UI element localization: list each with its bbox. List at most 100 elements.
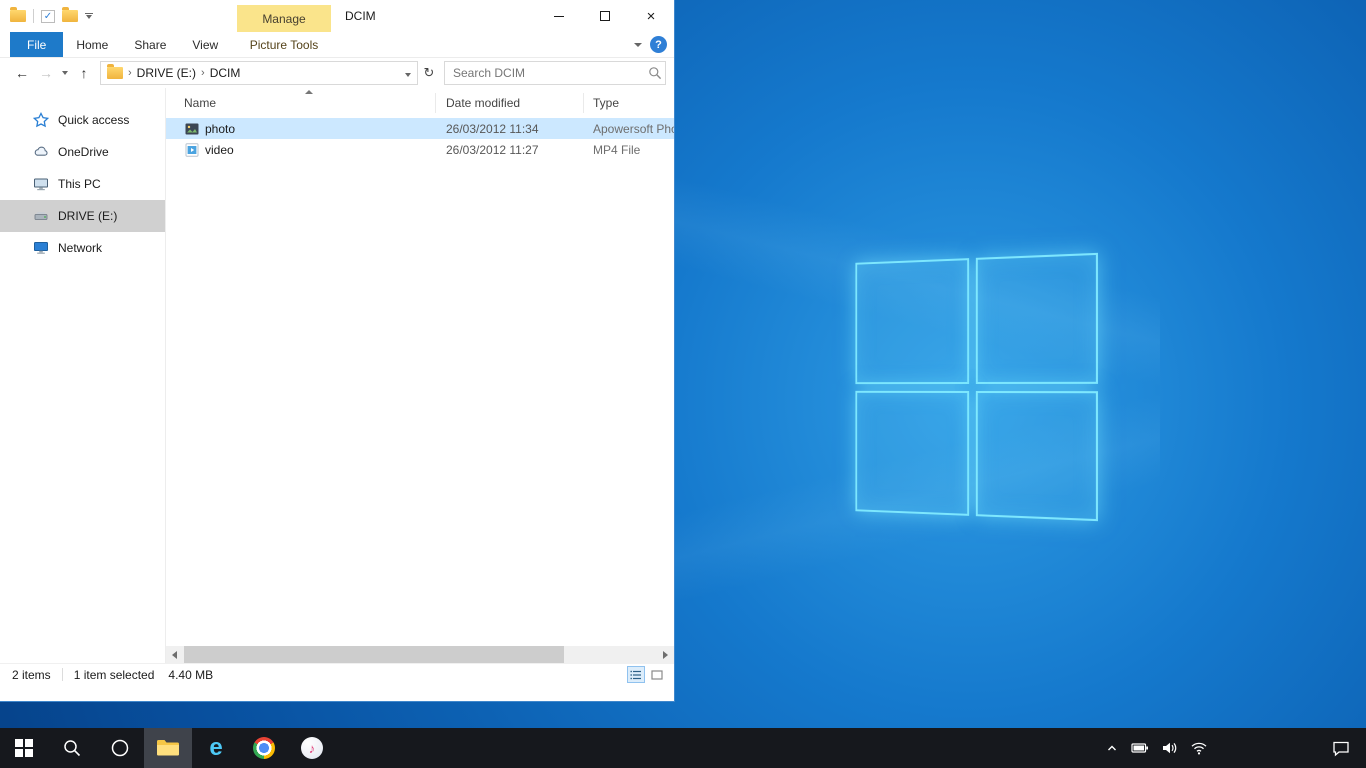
search-icon[interactable]	[645, 66, 665, 80]
address-dropdown-button[interactable]	[405, 66, 411, 80]
maximize-icon	[600, 11, 610, 21]
cortana-icon	[110, 738, 130, 758]
expand-ribbon-button[interactable]	[634, 32, 642, 58]
chevron-down-icon	[62, 71, 68, 75]
cortana-button[interactable]	[96, 728, 144, 768]
status-bar: 2 items 1 item selected 4.40 MB	[0, 663, 674, 685]
computer-icon	[33, 176, 49, 192]
view-toggles	[627, 666, 666, 683]
start-button[interactable]	[0, 728, 48, 768]
network-tray-button[interactable]	[1190, 740, 1208, 756]
search-icon	[62, 738, 82, 758]
sidebar-item-drive-e[interactable]: DRIVE (E:)	[0, 200, 165, 232]
drive-icon	[33, 208, 49, 224]
taskbar-search-button[interactable]	[48, 728, 96, 768]
horizontal-scrollbar[interactable]	[166, 646, 674, 663]
action-center-icon	[1332, 740, 1350, 757]
address-breadcrumb[interactable]: › DRIVE (E:) › DCIM	[100, 61, 418, 85]
sidebar-item-label: OneDrive	[58, 145, 109, 159]
file-name-cell: photo	[166, 122, 436, 136]
minimize-button[interactable]	[536, 0, 582, 32]
chrome-button[interactable]	[240, 728, 288, 768]
file-explorer-icon	[156, 738, 180, 758]
large-icons-view-button[interactable]	[648, 666, 666, 683]
sidebar-item-label: Quick access	[58, 113, 129, 127]
internet-explorer-button[interactable]: e	[192, 728, 240, 768]
maximize-button[interactable]	[582, 0, 628, 32]
column-headers: Name Date modified Type	[166, 88, 674, 118]
file-row-video[interactable]: video 26/03/2012 11:27 MP4 File	[166, 139, 674, 160]
volume-tray-button[interactable]	[1161, 740, 1178, 756]
separator	[33, 9, 34, 23]
address-bar-row: ← → ↑ › DRIVE (E:) › DCIM ↻	[0, 58, 674, 88]
column-header-type[interactable]: Type	[584, 93, 674, 113]
refresh-button[interactable]: ↻	[418, 65, 440, 81]
file-date-cell: 26/03/2012 11:34	[436, 122, 584, 136]
scroll-right-button[interactable]	[657, 646, 674, 663]
windows-logo-pane	[855, 390, 968, 515]
navigation-pane: Quick access OneDrive This PC DRIVE (E:)…	[0, 88, 166, 663]
recent-locations-button[interactable]	[58, 71, 72, 75]
action-center-button[interactable]	[1332, 740, 1350, 757]
details-view-button[interactable]	[627, 666, 645, 683]
chevron-down-icon	[634, 43, 642, 47]
file-name: photo	[205, 122, 235, 136]
properties-icon[interactable]: ✓	[41, 10, 55, 23]
status-selection-size: 4.40 MB	[168, 668, 213, 682]
breadcrumb-drive[interactable]: DRIVE (E:)	[137, 66, 196, 80]
customize-bar	[85, 13, 93, 14]
taskbar-file-explorer-button[interactable]	[144, 728, 192, 768]
chrome-icon	[253, 737, 275, 759]
triangle-right-icon	[663, 651, 668, 659]
sidebar-item-network[interactable]: Network	[0, 232, 165, 264]
sidebar-item-this-pc[interactable]: This PC	[0, 168, 165, 200]
up-button[interactable]: ↑	[72, 65, 96, 81]
cloud-icon	[33, 144, 49, 160]
itunes-button[interactable]: ♪	[288, 728, 336, 768]
tab-picture-tools[interactable]: Picture Tools	[237, 32, 331, 58]
itunes-icon: ♪	[301, 737, 323, 759]
battery-tray-button[interactable]	[1131, 740, 1149, 756]
close-button[interactable]: ×	[628, 0, 674, 32]
column-header-date-modified[interactable]: Date modified	[436, 93, 584, 113]
scrollbar-thumb[interactable]	[184, 646, 564, 663]
windows-start-icon	[15, 739, 33, 757]
quick-access-toolbar: ✓	[0, 9, 93, 23]
column-header-name[interactable]: Name	[166, 93, 436, 113]
file-list-empty-area[interactable]	[166, 160, 674, 646]
customize-toolbar-icon[interactable]	[85, 13, 93, 19]
help-button[interactable]: ?	[650, 36, 667, 53]
chevron-up-icon	[1105, 741, 1119, 755]
ribbon-tabs: File Home Share View Picture Tools ?	[0, 32, 674, 58]
sidebar-item-quick-access[interactable]: Quick access	[0, 104, 165, 136]
breadcrumb-separator: ›	[128, 67, 132, 79]
battery-icon	[1131, 740, 1149, 756]
sidebar-item-onedrive[interactable]: OneDrive	[0, 136, 165, 168]
scroll-left-button[interactable]	[166, 646, 183, 663]
file-type-cell: Apowersoft Pho	[584, 122, 674, 136]
volume-icon	[1161, 740, 1178, 756]
chevron-down-icon	[86, 15, 92, 19]
video-file-icon	[185, 143, 199, 157]
forward-button[interactable]: →	[34, 65, 58, 81]
tab-view[interactable]: View	[179, 32, 231, 57]
file-row-photo[interactable]: photo 26/03/2012 11:34 Apowersoft Pho	[166, 118, 674, 139]
network-wifi-icon	[1190, 740, 1208, 756]
window-title: DCIM	[345, 0, 376, 32]
tab-home[interactable]: Home	[63, 32, 121, 57]
tab-file[interactable]: File	[10, 32, 63, 57]
taskbar: e ♪	[0, 728, 1366, 768]
contextual-group-manage[interactable]: Manage	[237, 5, 331, 32]
hidden-icons-chevron[interactable]	[1105, 741, 1119, 755]
breadcrumb-dcim[interactable]: DCIM	[210, 66, 241, 80]
tab-share[interactable]: Share	[121, 32, 179, 57]
photo-file-icon	[185, 122, 199, 136]
triangle-left-icon	[172, 651, 177, 659]
back-button[interactable]: ←	[10, 65, 34, 81]
file-name-cell: video	[166, 143, 436, 157]
search-input[interactable]	[445, 66, 645, 80]
title-bar[interactable]: ✓ Manage DCIM ×	[0, 0, 674, 32]
sort-ascending-icon	[305, 90, 313, 94]
separator	[62, 668, 63, 681]
new-folder-icon[interactable]	[62, 10, 78, 22]
